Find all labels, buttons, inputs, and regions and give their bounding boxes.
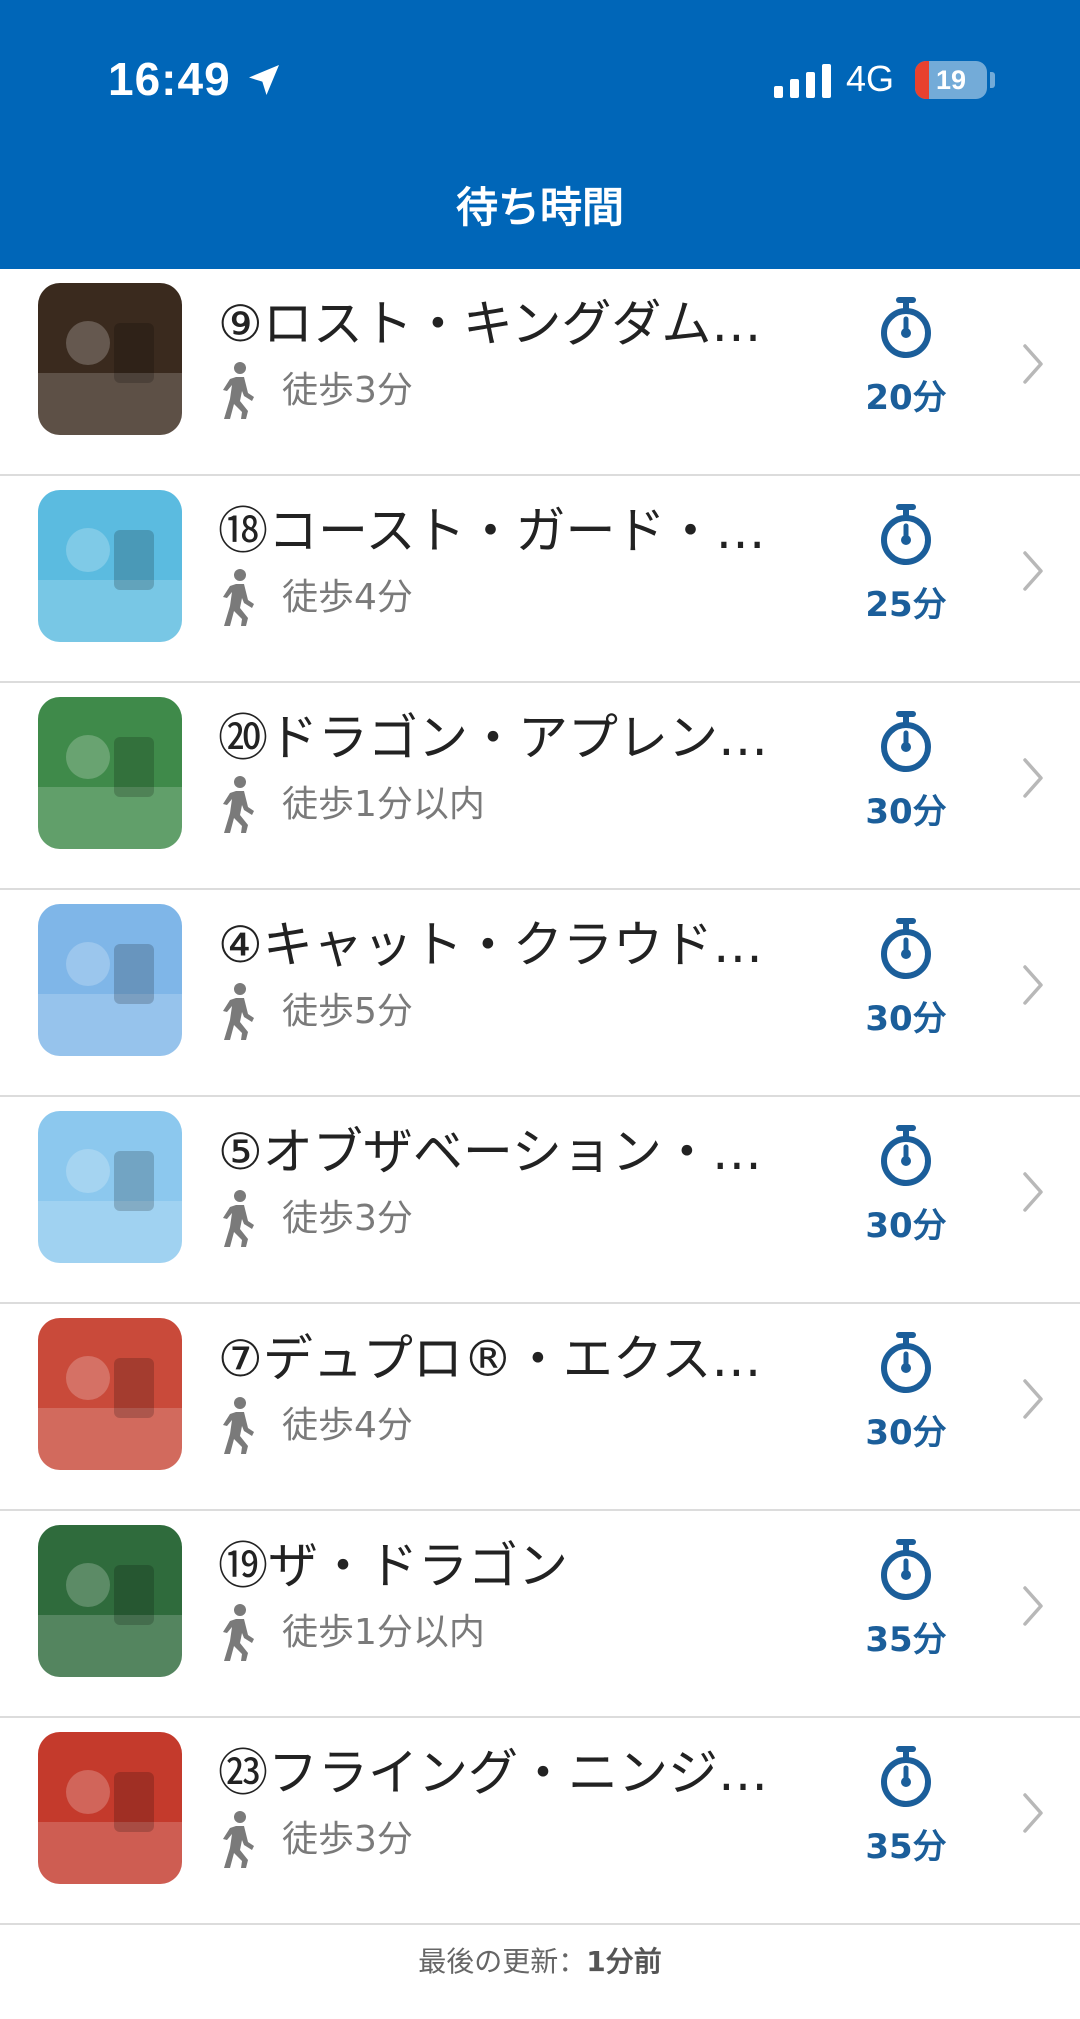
list-item[interactable]: ⑨ロスト・キングダム… 徒歩3分 20分 xyxy=(0,269,1080,476)
walk-time: 徒歩1分以内 xyxy=(282,1612,485,1653)
ride-name: ⑦デュプロ®・エクス… xyxy=(218,1330,762,1388)
location-arrow-icon xyxy=(249,65,279,95)
battery-icon: 19 xyxy=(915,61,987,99)
ride-name: ⑨ロスト・キングダム… xyxy=(218,295,762,353)
list-item[interactable]: ⑤オブザベーション・… 徒歩3分 30分 xyxy=(0,1097,1080,1304)
stopwatch-icon xyxy=(881,504,931,565)
list-item[interactable]: ④キャット・クラウド… 徒歩5分 30分 xyxy=(0,890,1080,1097)
chevron-right-icon xyxy=(1023,1172,1043,1212)
walking-person-icon xyxy=(223,1190,254,1247)
wait-time: 30分 xyxy=(865,999,947,1039)
ride-name: ④キャット・クラウド… xyxy=(218,916,763,974)
chevron-right-icon xyxy=(1023,758,1043,798)
last-updated-label: 最後の更新： xyxy=(418,1945,587,1978)
last-updated: 最後の更新：1分前 xyxy=(0,1940,1080,1980)
ride-list: ⑨ロスト・キングダム… 徒歩3分 20分 ⑱コースト・ガード・… 徒歩4分 25… xyxy=(0,269,1080,1925)
app-header: 16:49 4G 19 待ち時間 xyxy=(0,0,1080,269)
ride-name: ⑲ザ・ドラゴン xyxy=(218,1537,568,1595)
ride-thumbnail xyxy=(38,490,182,642)
battery-nub xyxy=(990,72,995,88)
stopwatch-icon xyxy=(881,1332,931,1393)
signal-icon xyxy=(774,64,831,98)
battery-level: 19 xyxy=(935,64,967,95)
chevron-right-icon xyxy=(1023,344,1043,384)
walk-time: 徒歩1分以内 xyxy=(282,784,485,825)
stopwatch-icon xyxy=(881,297,931,358)
ride-name: ⑤オブザベーション・… xyxy=(218,1123,762,1181)
ride-thumbnail xyxy=(38,697,182,849)
wait-time: 30分 xyxy=(865,1413,947,1453)
walking-person-icon xyxy=(223,1397,254,1454)
chevron-right-icon xyxy=(1023,1586,1043,1626)
walk-time: 徒歩3分 xyxy=(282,370,413,411)
walking-person-icon xyxy=(223,362,254,419)
walking-person-icon xyxy=(223,1604,254,1661)
walk-time: 徒歩3分 xyxy=(282,1198,413,1239)
stopwatch-icon xyxy=(881,711,931,772)
wait-time: 30分 xyxy=(865,1206,947,1246)
ride-name: ⑱コースト・ガード・… xyxy=(218,502,766,560)
list-item[interactable]: ㉓フライング・ニンジ… 徒歩3分 35分 xyxy=(0,1718,1080,1925)
walk-time: 徒歩4分 xyxy=(282,577,413,618)
ride-thumbnail xyxy=(38,904,182,1056)
walking-person-icon xyxy=(223,569,254,626)
ride-thumbnail xyxy=(38,1732,182,1884)
wait-time: 35分 xyxy=(865,1827,947,1867)
ride-thumbnail xyxy=(38,1525,182,1677)
wait-time: 20分 xyxy=(865,378,947,418)
chevron-right-icon xyxy=(1023,1793,1043,1833)
ride-name: ⑳ドラゴン・アプレン… xyxy=(218,709,768,767)
wait-time: 35分 xyxy=(865,1620,947,1660)
walk-time: 徒歩4分 xyxy=(282,1405,413,1446)
wait-time: 25分 xyxy=(865,585,947,625)
wait-time: 30分 xyxy=(865,792,947,832)
ride-thumbnail xyxy=(38,1111,182,1263)
chevron-right-icon xyxy=(1023,965,1043,1005)
stopwatch-icon xyxy=(881,1539,931,1600)
walking-person-icon xyxy=(223,1811,254,1868)
list-item[interactable]: ⑱コースト・ガード・… 徒歩4分 25分 xyxy=(0,476,1080,683)
walk-time: 徒歩3分 xyxy=(282,1819,413,1860)
network-label: 4G xyxy=(846,58,895,99)
stopwatch-icon xyxy=(881,918,931,979)
ride-thumbnail xyxy=(38,1318,182,1470)
list-item[interactable]: ⑦デュプロ®・エクス… 徒歩4分 30分 xyxy=(0,1304,1080,1511)
ride-thumbnail xyxy=(38,283,182,435)
list-item[interactable]: ⑲ザ・ドラゴン 徒歩1分以内 35分 xyxy=(0,1511,1080,1718)
chevron-right-icon xyxy=(1023,551,1043,591)
ride-name: ㉓フライング・ニンジ… xyxy=(218,1744,768,1802)
last-updated-value: 1分前 xyxy=(586,1945,662,1978)
list-item[interactable]: ⑳ドラゴン・アプレン… 徒歩1分以内 30分 xyxy=(0,683,1080,890)
page-title: 待ち時間 xyxy=(455,183,624,232)
status-time: 16:49 xyxy=(108,53,231,105)
walk-time: 徒歩5分 xyxy=(282,991,413,1032)
walking-person-icon xyxy=(223,983,254,1040)
chevron-right-icon xyxy=(1023,1379,1043,1419)
walking-person-icon xyxy=(223,776,254,833)
stopwatch-icon xyxy=(881,1125,931,1186)
stopwatch-icon xyxy=(881,1746,931,1807)
